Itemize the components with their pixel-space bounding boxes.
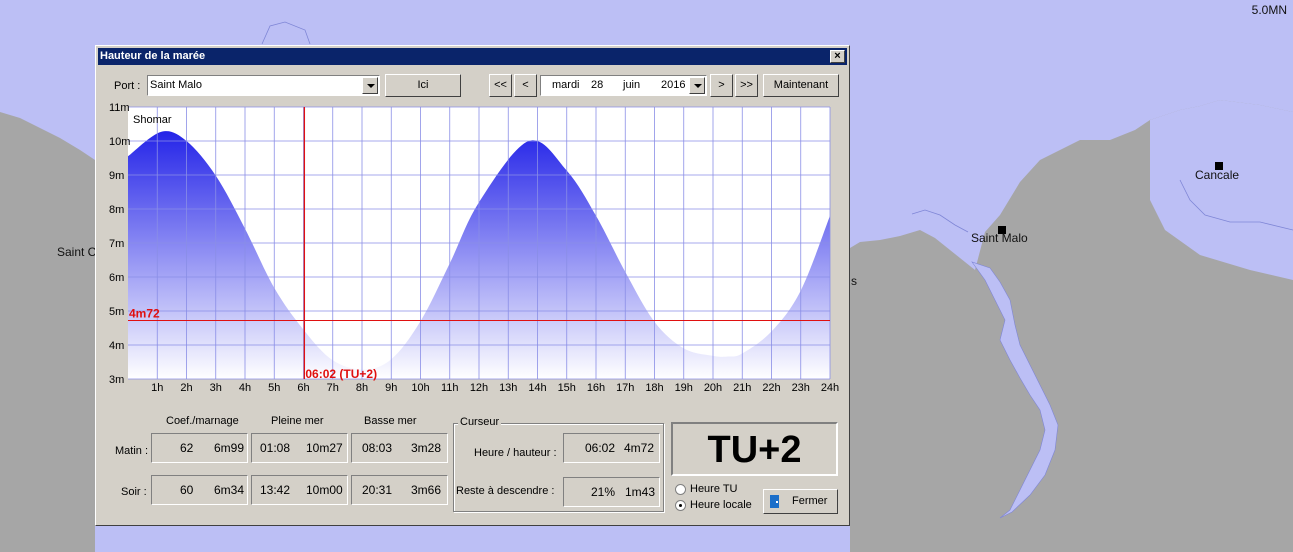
time-height-label: Heure / hauteur : [474,447,557,459]
cursor-time-label: 06:02 (TU+2) [305,367,377,381]
morning-coef: 62 [180,441,194,455]
evening-range: 6m34 [214,483,245,497]
x-tick-label: 7h [327,382,339,391]
remaining-cell: 21% 1m43 [563,477,660,507]
x-axis-ticks: 1h 2h 3h 4h 5h 6h 7h 8h 9h 10h 11h 12h 13h 14h 15h 16h 1… [151,382,839,391]
x-tick-label: 9h [385,382,397,391]
door-icon [770,495,779,508]
place-label-saint-c[interactable]: Saint C [57,245,96,259]
x-tick-label: 1h [151,382,163,391]
timezone-display-text: TU+2 [707,429,802,471]
x-tick-label: 13h [499,382,517,391]
morning-low-cell: 08:03 3m28 [351,433,448,463]
morning-high-cell: 01:08 10m27 [251,433,348,463]
close-button[interactable]: Fermer [763,489,838,514]
cursor-time-value: 06:02 [585,441,616,455]
y-tick-label: 3m [109,374,124,386]
x-tick-label: 14h [528,382,546,391]
x-tick-label: 18h [645,382,663,391]
x-tick-label: 12h [470,382,488,391]
morning-low-height: 3m28 [411,441,442,455]
tide-chart[interactable]: 1h 2h 3h 4h 5h 6h 7h 8h 9h 10h 11h 12h 13h 14h 15h 16h 1… [96,46,851,391]
land-west [0,112,95,552]
x-tick-label: 10h [411,382,429,391]
x-tick-label: 19h [675,382,693,391]
cursor-height-value: 4m72 [624,441,655,455]
header-high-tide: Pleine mer [271,415,324,427]
place-label-cancale[interactable]: Cancale [1195,168,1239,182]
y-axis-ticks: 3m 4m 5m 6m 7m 8m 9m 10m 11m [109,102,130,386]
x-tick-label: 4h [239,382,251,391]
place-label-fragment: s [851,274,857,288]
x-tick-label: 23h [792,382,810,391]
remaining-pct: 21% [591,485,616,499]
radio-heure-tu[interactable] [675,484,686,495]
x-tick-label: 21h [733,382,751,391]
chart-source-label: Shomar [133,114,172,126]
x-tick-label: 2h [180,382,192,391]
evening-coef: 60 [180,483,194,497]
y-tick-label: 8m [109,204,124,216]
map-scale-label: 5.0MN [1251,3,1287,17]
timezone-display: TU+2 [671,422,838,476]
y-tick-label: 4m [109,340,124,352]
evening-coef-cell: 60 6m34 [151,475,248,505]
y-tick-label: 5m [109,306,124,318]
evening-low-cell: 20:31 3m66 [351,475,448,505]
morning-low-time: 08:03 [362,441,393,455]
radio-heure-locale[interactable] [675,500,686,511]
morning-high-time: 01:08 [260,441,291,455]
radio-heure-locale-label[interactable]: Heure locale [690,499,752,511]
evening-low-time: 20:31 [362,483,393,497]
evening-high-time: 13:42 [260,483,291,497]
cursor-height-label: 4m72 [129,307,160,321]
x-tick-label: 15h [558,382,576,391]
header-coef: Coef./marnage [166,415,239,427]
x-tick-label: 16h [587,382,605,391]
x-tick-label: 17h [616,382,634,391]
morning-high-height: 10m27 [306,441,343,455]
row-label-morning: Matin : [115,445,149,457]
x-tick-label: 5h [268,382,280,391]
morning-coef-cell: 62 6m99 [151,433,248,463]
remaining-height: 1m43 [625,485,656,499]
header-low-tide: Basse mer [364,415,417,427]
row-label-evening: Soir : [121,486,147,498]
y-tick-label: 6m [109,272,124,284]
remaining-label: Reste à descendre : [456,485,555,497]
place-label-saint-malo[interactable]: Saint Malo [971,231,1028,245]
x-tick-label: 24h [821,382,839,391]
y-tick-label: 7m [109,238,124,250]
cursor-group-title: Curseur [458,416,502,428]
morning-range: 6m99 [214,441,245,455]
y-tick-label: 10m [109,136,130,148]
x-tick-label: 8h [356,382,368,391]
tide-height-dialog: Hauteur de la marée × Port : Saint Malo … [95,45,850,526]
cursor-time-height-cell: 06:02 4m72 [563,433,660,463]
close-button-label: Fermer [792,495,828,507]
x-tick-label: 6h [297,382,309,391]
radio-heure-tu-label[interactable]: Heure TU [690,483,737,495]
x-tick-label: 20h [704,382,722,391]
x-tick-label: 22h [762,382,780,391]
x-tick-label: 3h [210,382,222,391]
evening-low-height: 3m66 [411,483,442,497]
evening-high-cell: 13:42 10m00 [251,475,348,505]
y-tick-label: 9m [109,170,124,182]
y-tick-label: 11m [109,102,130,114]
evening-high-height: 10m00 [306,483,343,497]
x-tick-label: 11h [441,382,459,391]
